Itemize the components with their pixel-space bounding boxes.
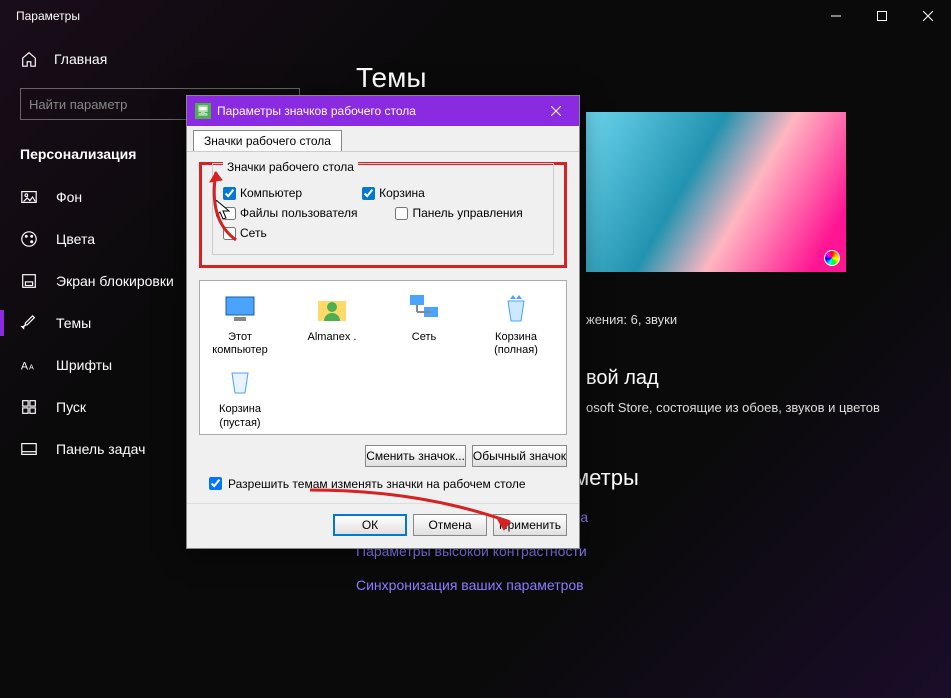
- subhead: вой лад: [586, 367, 951, 390]
- dialog-close-button[interactable]: [533, 96, 579, 126]
- group-legend: Значки рабочего стола: [223, 160, 358, 174]
- color-wheel-icon: [824, 250, 840, 266]
- home-icon: [20, 50, 38, 68]
- body-text: osoft Store, состоящие из обоев, звуков …: [586, 400, 951, 415]
- svg-text:A: A: [21, 361, 29, 373]
- change-icon-button[interactable]: Сменить значок...: [365, 445, 466, 467]
- nav-label: Цвета: [56, 231, 95, 247]
- start-icon: [20, 398, 38, 416]
- chk-label: Корзина: [379, 186, 425, 200]
- apply-button[interactable]: Применить: [493, 514, 567, 536]
- icons-groupbox: Значки рабочего стола Компьютер Корзина …: [199, 162, 567, 268]
- icon-this-pc[interactable]: Этот компьютер: [208, 291, 272, 357]
- link-sync[interactable]: Синхронизация ваших параметров: [356, 577, 951, 593]
- icon-preview-panel: Этот компьютер Almanex . Сеть Корзина (п…: [199, 280, 567, 435]
- dialog-icon: 🖥: [195, 103, 211, 119]
- icon-label: Корзина (пустая): [219, 403, 261, 428]
- lockscreen-icon: [20, 272, 38, 290]
- icon-label: Сеть: [412, 331, 436, 343]
- chk-label: Сеть: [240, 226, 267, 240]
- page-title: Темы: [356, 62, 951, 94]
- icon-label: Корзина (полная): [494, 331, 538, 356]
- default-icon-button[interactable]: Обычный значок: [472, 445, 567, 467]
- picture-icon: [20, 188, 38, 206]
- checkbox-network[interactable]: Сеть: [223, 226, 267, 240]
- icon-network[interactable]: Сеть: [392, 291, 456, 357]
- titlebar: Параметры: [0, 0, 951, 32]
- palette-icon: [20, 230, 38, 248]
- icon-user[interactable]: Almanex .: [300, 291, 364, 357]
- nav-label: Шрифты: [56, 357, 112, 373]
- nav-label: Панель задач: [56, 441, 145, 457]
- taskbar-icon: [20, 440, 38, 458]
- close-button[interactable]: [905, 0, 951, 32]
- nav-label: Темы: [56, 315, 91, 331]
- minimize-button[interactable]: [813, 0, 859, 32]
- ok-button[interactable]: ОК: [333, 514, 407, 536]
- theme-caption: жения: 6, звуки: [586, 312, 951, 327]
- window-title: Параметры: [16, 9, 80, 23]
- allow-themes-checkbox[interactable]: Разрешить темам изменять значки на рабоч…: [209, 477, 567, 491]
- nav-label: Пуск: [56, 399, 86, 415]
- checkbox-computer[interactable]: Компьютер: [223, 186, 302, 200]
- checkbox-userfiles[interactable]: Файлы пользователя: [223, 206, 357, 220]
- dialog-tab[interactable]: Значки рабочего стола: [193, 130, 342, 151]
- icon-label: Этот компьютер: [212, 331, 267, 356]
- chk-label: Файлы пользователя: [240, 206, 357, 220]
- nav-label: Экран блокировки: [56, 273, 174, 289]
- home-label: Главная: [54, 51, 107, 67]
- theme-preview[interactable]: [586, 112, 846, 272]
- checkbox-control[interactable]: Панель управления: [395, 206, 522, 220]
- icon-label: Almanex .: [308, 331, 357, 343]
- chk-label: Панель управления: [412, 206, 522, 220]
- desktop-icons-dialog: 🖥 Параметры значков рабочего стола Значк…: [186, 95, 580, 549]
- svg-text:A: A: [29, 363, 34, 372]
- chk-label: Компьютер: [240, 186, 302, 200]
- icon-recycle-full[interactable]: Корзина (полная): [484, 291, 548, 357]
- checkbox-recycle[interactable]: Корзина: [362, 186, 425, 200]
- brush-icon: [20, 314, 38, 332]
- maximize-button[interactable]: [859, 0, 905, 32]
- font-icon: AA: [20, 356, 38, 374]
- allow-label: Разрешить темам изменять значки на рабоч…: [228, 477, 526, 491]
- dialog-title: Параметры значков рабочего стола: [217, 104, 416, 118]
- dialog-titlebar: 🖥 Параметры значков рабочего стола: [187, 96, 579, 126]
- cancel-button[interactable]: Отмена: [413, 514, 487, 536]
- icon-recycle-empty[interactable]: Корзина (пустая): [208, 363, 272, 429]
- nav-label: Фон: [56, 189, 82, 205]
- home-nav[interactable]: Главная: [0, 40, 320, 78]
